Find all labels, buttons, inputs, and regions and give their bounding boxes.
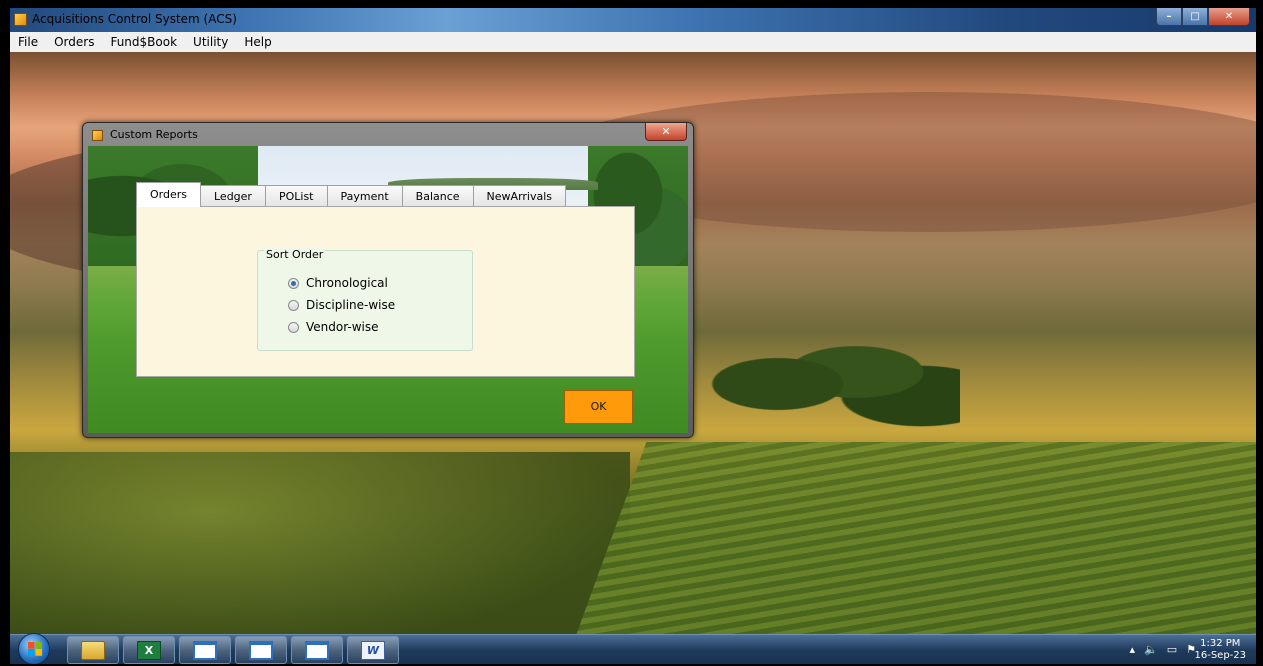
ok-button[interactable]: OK	[564, 390, 633, 424]
tab-orders[interactable]: Orders	[136, 182, 201, 207]
word-icon: W	[361, 641, 385, 660]
system-tray: ▴ 🔈 ▭ ⚑	[1129, 643, 1196, 656]
menu-orders[interactable]: Orders	[46, 35, 102, 49]
tab-payment[interactable]: Payment	[326, 185, 403, 207]
window-icon	[249, 641, 273, 660]
radio-label: Chronological	[306, 276, 388, 290]
window-icon	[193, 641, 217, 660]
taskbar-excel[interactable]: X	[123, 636, 175, 664]
app-title: Acquisitions Control System (ACS)	[32, 12, 237, 26]
dialog-title: Custom Reports	[110, 128, 198, 141]
main-window-titlebar[interactable]: Acquisitions Control System (ACS) – □ ✕	[10, 8, 1256, 32]
clock-date: 16-Sep-23	[1194, 650, 1246, 661]
radio-label: Vendor-wise	[306, 320, 379, 334]
radio-vendor-wise[interactable]: Vendor-wise	[288, 320, 379, 334]
close-button[interactable]: ✕	[1208, 8, 1250, 26]
window-controls: – □ ✕	[1156, 8, 1250, 27]
taskbar-window-1[interactable]	[179, 636, 231, 664]
custom-reports-dialog: Custom Reports ✕ Orders Ledger POList Pa…	[82, 122, 694, 438]
excel-icon: X	[137, 641, 161, 660]
wallpaper-trees	[700, 312, 960, 432]
tab-newarrivals[interactable]: NewArrivals	[472, 185, 567, 207]
dialog-app-icon	[92, 130, 103, 141]
sort-order-legend: Sort Order	[264, 248, 326, 261]
desktop-background: Custom Reports ✕ Orders Ledger POList Pa…	[10, 52, 1256, 634]
menu-file[interactable]: File	[10, 35, 46, 49]
minimize-button[interactable]: –	[1156, 8, 1182, 26]
taskbar-window-3[interactable]	[291, 636, 343, 664]
wallpaper-field	[10, 452, 630, 634]
taskbar: X W ▴ 🔈 ▭ ⚑ 1:32 PM 16-Sep-23	[10, 633, 1256, 664]
menu-help[interactable]: Help	[236, 35, 279, 49]
taskbar-explorer[interactable]	[67, 636, 119, 664]
taskbar-clock[interactable]: 1:32 PM 16-Sep-23	[1194, 638, 1246, 662]
window-icon	[305, 641, 329, 660]
windows-logo-icon	[28, 642, 42, 656]
report-tabs: Orders Ledger POList Payment Balance New…	[136, 182, 567, 207]
radio-button-checked[interactable]	[288, 277, 299, 289]
start-button[interactable]	[18, 633, 50, 664]
network-icon[interactable]: ▭	[1167, 643, 1177, 656]
dialog-close-button[interactable]: ✕	[645, 123, 687, 141]
dialog-client-area: Orders Ledger POList Payment Balance New…	[88, 146, 688, 433]
sort-order-group: Sort Order Chronological Discipline-wise…	[257, 248, 473, 351]
screen: Acquisitions Control System (ACS) – □ ✕ …	[10, 8, 1256, 664]
tab-ledger[interactable]: Ledger	[200, 185, 266, 207]
taskbar-window-2[interactable]	[235, 636, 287, 664]
clock-time: 1:32 PM	[1200, 638, 1241, 649]
menubar: File Orders Fund$Book Utility Help	[10, 32, 1256, 52]
tab-balance[interactable]: Balance	[401, 185, 474, 207]
show-hidden-icons-icon[interactable]: ▴	[1129, 643, 1135, 656]
taskbar-word[interactable]: W	[347, 636, 399, 664]
windows-explorer-icon	[81, 641, 105, 660]
orders-tab-page: Sort Order Chronological Discipline-wise…	[136, 206, 635, 377]
radio-button[interactable]	[288, 321, 299, 333]
tab-polist[interactable]: POList	[264, 185, 328, 207]
volume-icon[interactable]: 🔈	[1144, 643, 1158, 656]
menu-fundbook[interactable]: Fund$Book	[102, 35, 185, 49]
radio-button[interactable]	[288, 299, 299, 311]
radio-discipline-wise[interactable]: Discipline-wise	[288, 298, 395, 312]
app-icon	[14, 13, 27, 26]
maximize-button[interactable]: □	[1182, 8, 1208, 26]
radio-chronological[interactable]: Chronological	[288, 276, 388, 290]
menu-utility[interactable]: Utility	[185, 35, 236, 49]
radio-label: Discipline-wise	[306, 298, 396, 312]
wallpaper-vineyard	[573, 442, 1256, 634]
